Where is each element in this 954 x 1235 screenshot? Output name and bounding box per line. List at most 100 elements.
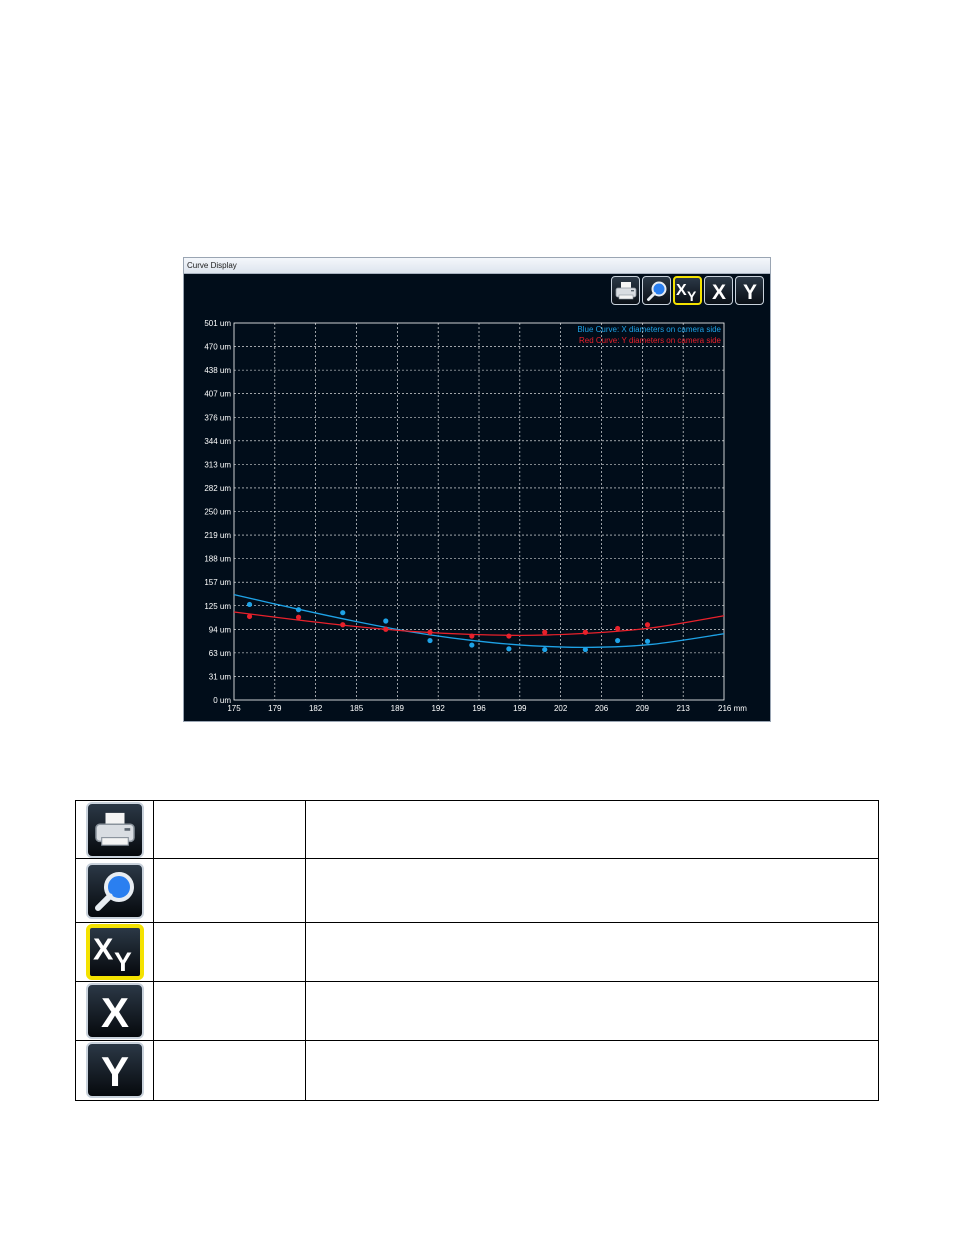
series-point-1 xyxy=(383,626,389,632)
y-tick-label: 344 um xyxy=(204,437,231,446)
printer-icon xyxy=(85,801,144,858)
y-tick-label: 470 um xyxy=(204,343,231,352)
x-icon: X xyxy=(711,281,725,302)
series-point-1 xyxy=(295,614,302,620)
x-tick-label: 179 xyxy=(268,704,282,713)
legend-icon-cell xyxy=(75,799,154,860)
zoom-button[interactable] xyxy=(642,276,671,305)
y-tick-label: 125 um xyxy=(204,602,231,611)
x-tick-label: 213 xyxy=(676,704,690,713)
legend-row-print xyxy=(75,799,879,860)
legend-entry-1: Red Curve: Y diameters on camera side xyxy=(579,336,722,345)
x-tick-label: 185 xyxy=(350,704,364,713)
y-tick-label: 313 um xyxy=(204,460,231,469)
legend-row-y: Y xyxy=(75,1039,879,1102)
series-point-0 xyxy=(340,610,346,616)
y-tick-label: 407 um xyxy=(204,390,231,399)
legend-icon-cell: Y xyxy=(75,1039,154,1102)
x-tick-label: 209 xyxy=(636,704,650,713)
series-point-0 xyxy=(506,646,512,652)
series-point-0 xyxy=(469,642,475,648)
series-point-0 xyxy=(427,637,433,644)
magnifier-icon xyxy=(85,862,144,919)
y-tick-label: 438 um xyxy=(204,366,231,375)
legend-description-cell xyxy=(305,799,879,860)
x-tick-label: 199 xyxy=(513,704,527,713)
legend-icon-cell: X xyxy=(75,980,154,1041)
series-point-0 xyxy=(383,618,389,624)
x-tick-label: 202 xyxy=(554,704,568,713)
x-tick-label: 216 mm xyxy=(718,704,747,713)
series-point-0 xyxy=(295,607,302,613)
x-button[interactable]: X xyxy=(704,276,733,305)
legend-name-cell xyxy=(153,858,306,924)
series-point-0 xyxy=(542,646,548,653)
x-tick-label: 189 xyxy=(391,704,405,713)
y-tick-label: 282 um xyxy=(204,484,231,493)
xy-button[interactable]: X Y xyxy=(673,276,702,305)
y-tick-label: 63 um xyxy=(209,649,232,658)
y-icon: Y xyxy=(742,281,756,302)
series-point-0 xyxy=(615,637,621,644)
svg-text:Y: Y xyxy=(687,288,697,302)
legend-name-cell xyxy=(153,1039,306,1102)
print-button[interactable] xyxy=(611,276,640,305)
y-tick-label: 31 um xyxy=(209,672,232,681)
series-point-0 xyxy=(582,646,588,653)
y-tick-label: 219 um xyxy=(204,531,231,540)
svg-text:Y: Y xyxy=(742,281,756,302)
y-tick-label: 188 um xyxy=(204,555,231,564)
y-tick-label: 157 um xyxy=(204,578,231,587)
legend-row-zoom xyxy=(75,858,879,924)
legend-row-x: X xyxy=(75,980,879,1041)
svg-text:X: X xyxy=(676,282,687,299)
legend-description-cell xyxy=(305,858,879,924)
x-tick-label: 206 xyxy=(595,704,609,713)
legend-name-cell xyxy=(153,922,306,982)
series-point-1 xyxy=(506,633,512,639)
curve-chart: 0 um31 um63 um94 um125 um157 um188 um219… xyxy=(204,319,747,713)
legend-description-cell xyxy=(305,980,879,1041)
curve-display-window: Curve Display 0 um 31 um 63 um 94 um 125 um 1… xyxy=(183,257,771,722)
y-tick-label: 250 um xyxy=(204,508,231,517)
xy-icon: X Y xyxy=(676,282,697,302)
x-icon: X xyxy=(85,982,144,1039)
legend-entry-0: Blue Curve: X diameters on camera side xyxy=(577,325,721,334)
x-tick-label: 182 xyxy=(309,704,323,713)
legend-icon-cell: XY xyxy=(75,922,154,982)
y-tick-label: 376 um xyxy=(204,413,231,422)
chart-toolbar: X Y X Y xyxy=(611,276,764,306)
legend-row-xy: XY xyxy=(75,922,879,982)
legend-description-cell xyxy=(305,1039,879,1102)
printer-icon xyxy=(615,281,636,299)
series-point-1 xyxy=(615,625,621,632)
series-point-1 xyxy=(542,629,548,635)
svg-text:Y: Y xyxy=(114,947,132,973)
y-tick-label: 94 um xyxy=(209,625,232,634)
x-tick-label: 175 xyxy=(227,704,241,713)
magnifier-icon xyxy=(646,281,666,301)
series-point-0 xyxy=(246,601,253,608)
button-legend-table: XY X Y xyxy=(75,799,879,1102)
series-point-1 xyxy=(644,622,651,628)
series-point-1 xyxy=(427,629,433,635)
legend-name-cell xyxy=(153,980,306,1041)
svg-text:Y: Y xyxy=(100,1048,128,1092)
legend-name-cell xyxy=(153,799,306,860)
series-point-1 xyxy=(582,629,588,635)
svg-text:X: X xyxy=(93,933,114,967)
series-point-0 xyxy=(644,638,651,644)
xy-icon: XY xyxy=(85,923,144,980)
x-tick-label: 196 xyxy=(472,704,486,713)
series-point-1 xyxy=(340,622,346,628)
y-button[interactable]: Y xyxy=(735,276,764,305)
legend-icon-cell xyxy=(75,858,154,924)
series-point-1 xyxy=(246,613,253,620)
legend-description-cell xyxy=(305,922,879,982)
svg-text:X: X xyxy=(100,989,128,1033)
svg-text:X: X xyxy=(711,281,725,302)
x-tick-label: 192 xyxy=(431,704,445,713)
y-tick-label: 501 um xyxy=(204,319,231,328)
series-point-1 xyxy=(469,633,475,639)
y-icon: Y xyxy=(85,1042,144,1099)
